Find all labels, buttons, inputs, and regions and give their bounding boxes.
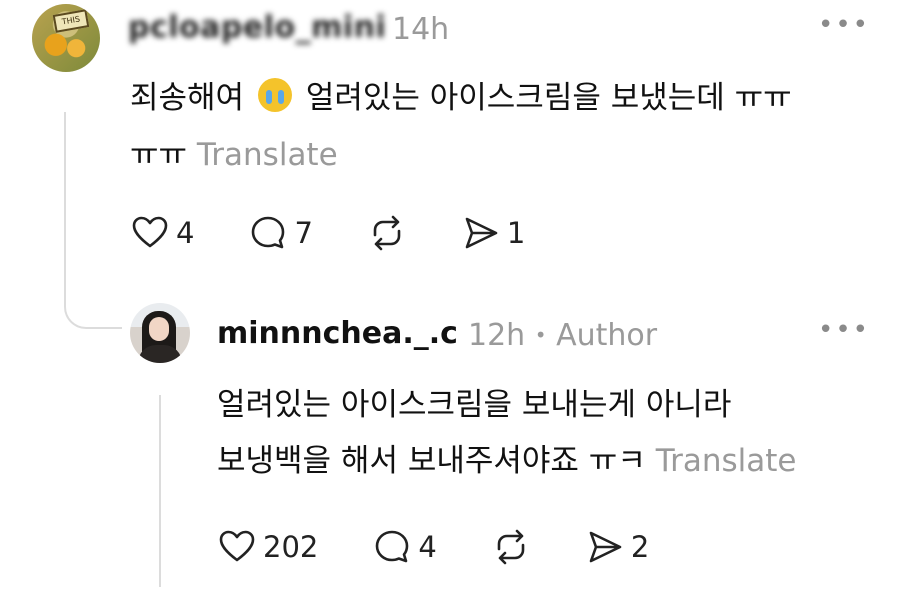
reply-reply-button[interactable]: 4 bbox=[372, 527, 437, 567]
author-badge: Author bbox=[556, 318, 658, 353]
avatar-sign-decoration: THIS bbox=[52, 9, 90, 33]
comment-username[interactable]: pcloapelo_mini bbox=[128, 10, 386, 45]
reply-time: 12h bbox=[468, 318, 526, 353]
send-icon bbox=[465, 217, 498, 249]
comment-time: 14h bbox=[392, 12, 450, 47]
repost-button[interactable] bbox=[367, 213, 407, 253]
reply-avatar[interactable] bbox=[130, 303, 190, 363]
send-icon bbox=[589, 531, 622, 563]
reply-button[interactable]: 7 bbox=[248, 213, 313, 253]
crying-face-icon bbox=[257, 78, 292, 112]
reply-share-count: 2 bbox=[630, 530, 650, 564]
reply-text: 얼려있는 아이스크림을 보내는게 아니라 보냉백을 해서 보내주셔야죠 ㅠㅋ T… bbox=[217, 387, 797, 479]
translate-link[interactable]: Translate bbox=[197, 137, 338, 173]
thread-connector-reply bbox=[159, 395, 161, 587]
comment-icon bbox=[376, 530, 409, 563]
reply-meta: 12h • Author bbox=[468, 318, 657, 353]
heart-icon bbox=[132, 216, 168, 248]
comment-actions: 4 7 1 bbox=[130, 213, 579, 253]
repost-icon bbox=[497, 529, 525, 565]
share-count: 1 bbox=[506, 216, 526, 250]
reply-translate-link[interactable]: Translate bbox=[656, 443, 797, 479]
share-button[interactable]: 1 bbox=[461, 213, 525, 253]
thread-connector bbox=[64, 112, 122, 329]
comment-text: 죄송해여 얼려있는 아이스크림을 보냈는데 ㅠㅠ ㅠㅠ Translate bbox=[130, 78, 792, 173]
heart-icon bbox=[219, 530, 255, 562]
reply-username[interactable]: minnnchea._.c bbox=[217, 316, 458, 351]
like-count: 4 bbox=[176, 216, 195, 250]
comment-count: 7 bbox=[294, 216, 313, 250]
reply-repost-button[interactable] bbox=[491, 527, 531, 567]
reply-comment-count: 4 bbox=[418, 530, 437, 564]
repost-icon bbox=[373, 215, 401, 251]
reply-share-button[interactable]: 2 bbox=[585, 527, 649, 567]
avatar[interactable]: THIS bbox=[32, 4, 100, 72]
reply-like-count: 202 bbox=[263, 530, 319, 564]
reply-like-button[interactable]: 202 bbox=[217, 527, 318, 567]
reply-actions: 202 4 2 bbox=[217, 527, 703, 567]
comment-icon bbox=[252, 216, 285, 249]
reply-more-options-icon[interactable]: ••• bbox=[818, 315, 870, 345]
meta-separator: • bbox=[534, 323, 547, 347]
more-options-icon[interactable]: ••• bbox=[818, 10, 870, 40]
like-button[interactable]: 4 bbox=[130, 213, 194, 253]
